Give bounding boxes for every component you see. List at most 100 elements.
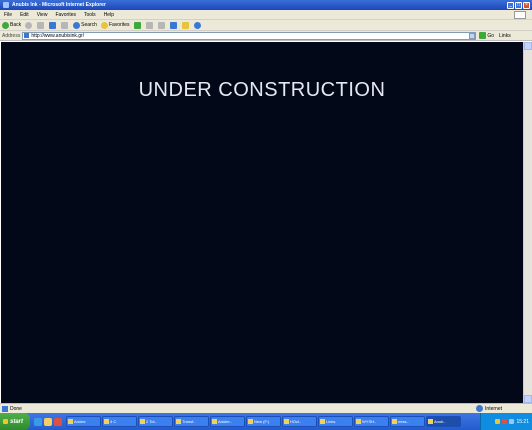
task-icon [212, 419, 217, 424]
media-quicklaunch-icon[interactable] [54, 417, 62, 426]
favorites-label: Favorites [108, 22, 130, 28]
favorites-star-icon [100, 21, 108, 29]
stop-icon [37, 21, 45, 29]
status-text: Done [10, 405, 22, 412]
scroll-up-icon[interactable] [524, 42, 532, 50]
task-button[interactable]: HOcl.. [282, 416, 317, 427]
history-icon [133, 21, 141, 29]
windows-logo-icon [514, 10, 526, 19]
favorites-button[interactable]: Favorites [100, 21, 130, 29]
menu-help[interactable]: Help [100, 12, 118, 18]
task-icon [140, 419, 145, 424]
mail-icon [145, 21, 153, 29]
links-button[interactable]: Links [499, 33, 511, 39]
ie-icon [3, 2, 9, 8]
task-button[interactable]: Links [318, 416, 353, 427]
folder-button[interactable] [181, 21, 190, 29]
task-label: HOcl.. [290, 419, 302, 424]
task-label: Links [326, 419, 336, 424]
tray-icon[interactable] [509, 419, 515, 424]
task-label: Adobe.. [218, 419, 232, 424]
task-label: 2 Tot.. [146, 419, 157, 424]
menu-bar: File Edit View Favorites Tools Help [0, 10, 532, 20]
search-label: Search [81, 22, 97, 28]
task-icon [356, 419, 361, 424]
task-icon [248, 419, 253, 424]
system-tray: 15:21 [480, 413, 532, 430]
task-button[interactable]: 2 Tot.. [138, 416, 173, 427]
security-zone: Internet [476, 405, 502, 412]
maximize-button[interactable]: □ [515, 1, 522, 9]
folder-icon [181, 21, 189, 29]
task-label: 4 C [110, 419, 117, 424]
close-button[interactable]: × [523, 1, 530, 9]
back-button[interactable]: Back [2, 21, 21, 29]
refresh-icon [49, 21, 57, 29]
page-icon [24, 33, 30, 38]
task-icon [428, 419, 433, 424]
under-construction-heading: UNDER CONSTRUCTION [138, 79, 386, 101]
history-button[interactable] [133, 21, 142, 29]
task-label: New (F:) [254, 419, 270, 424]
task-icon [68, 419, 73, 424]
menu-favorites[interactable]: Favorites [51, 12, 80, 18]
stop-button[interactable] [37, 21, 45, 29]
task-button[interactable]: New (F:) [246, 416, 281, 427]
folder-quicklaunch-icon[interactable] [44, 417, 52, 426]
task-button-active[interactable]: Anub.. [426, 416, 461, 427]
edit-icon [169, 21, 177, 29]
standard-toolbar: Back Search Favorites [0, 20, 532, 31]
messenger-button[interactable] [193, 21, 202, 29]
go-arrow-icon [479, 32, 487, 39]
task-label: Anub.. [434, 419, 446, 424]
home-button[interactable] [61, 21, 69, 29]
task-button[interactable]: ness.. [390, 416, 425, 427]
task-list: Adobe 4 C 2 Tot.. Transf.. Adobe.. New (… [66, 416, 461, 427]
task-label: Adobe [74, 419, 86, 424]
search-button[interactable]: Search [73, 21, 97, 29]
task-icon [284, 419, 289, 424]
ie-quicklaunch-icon[interactable] [34, 417, 42, 426]
task-button[interactable]: Transf.. [174, 416, 209, 427]
forward-button[interactable] [25, 21, 33, 29]
menu-tools[interactable]: Tools [80, 12, 100, 18]
start-button[interactable]: start [0, 413, 30, 430]
messenger-icon [193, 21, 201, 29]
print-button[interactable] [157, 21, 166, 29]
edit-button[interactable] [169, 21, 178, 29]
home-icon [61, 21, 69, 29]
back-arrow-icon [2, 21, 9, 29]
address-input[interactable]: http://www.anubisink.gr/ [22, 31, 477, 40]
address-dropdown-icon[interactable] [469, 32, 476, 39]
address-url: http://www.anubisink.gr/ [31, 32, 85, 39]
task-icon [104, 419, 109, 424]
go-button[interactable]: Go [479, 32, 494, 39]
task-button[interactable]: WYSH.. [354, 416, 389, 427]
task-icon [320, 419, 325, 424]
task-button[interactable]: 4 C [102, 416, 137, 427]
menu-file[interactable]: File [0, 12, 16, 18]
done-page-icon [2, 405, 8, 412]
window-title: Anubis Ink - Microsoft Internet Explorer [12, 2, 106, 8]
scroll-thumb[interactable] [524, 50, 532, 395]
mail-button[interactable] [145, 21, 154, 29]
vertical-scrollbar[interactable] [523, 42, 532, 403]
quick-launch [34, 417, 62, 426]
task-label: ness.. [398, 419, 409, 424]
refresh-button[interactable] [49, 21, 57, 29]
scroll-down-icon[interactable] [524, 395, 532, 403]
print-icon [157, 21, 165, 29]
menu-view[interactable]: View [33, 12, 52, 18]
search-icon [73, 21, 81, 29]
windows-flag-icon [3, 419, 8, 424]
page-content: UNDER CONSTRUCTION [1, 42, 523, 403]
forward-arrow-icon [25, 21, 33, 29]
minimize-button[interactable]: _ [507, 1, 514, 9]
clock[interactable]: 15:21 [516, 419, 529, 425]
tray-icon[interactable] [502, 419, 508, 424]
menu-edit[interactable]: Edit [16, 12, 33, 18]
tray-icon[interactable] [495, 419, 501, 424]
zone-label: Internet [485, 405, 502, 412]
task-button[interactable]: Adobe.. [210, 416, 245, 427]
task-button[interactable]: Adobe [66, 416, 101, 427]
